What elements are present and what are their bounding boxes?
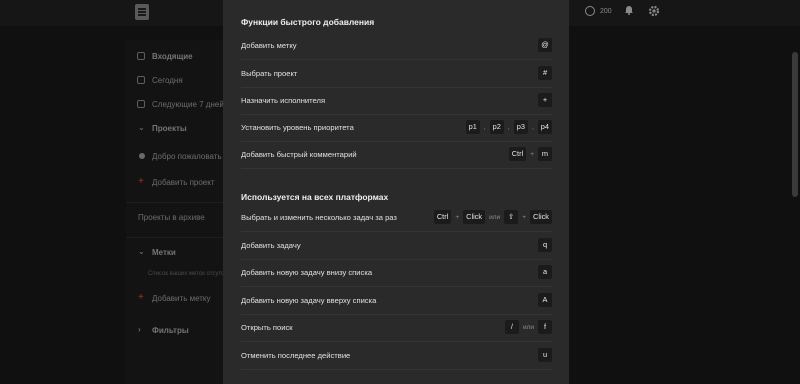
plus-icon: +: [138, 176, 144, 187]
key: p4: [537, 120, 552, 134]
key: A: [538, 293, 552, 307]
shortcut-row: Открыть поиск / или f: [241, 314, 552, 342]
section-title-all-platforms: Используется на всех платформах: [241, 192, 389, 202]
page-scrollbar[interactable]: [792, 52, 798, 197]
key-separator: или: [522, 323, 534, 331]
key-separator: +: [522, 213, 526, 221]
shortcut-label: Выбрать проект: [241, 69, 298, 78]
section-title-quick-add: Функции быстрого добавления: [241, 17, 375, 27]
key-separator: ,: [483, 123, 486, 131]
key: Click: [529, 210, 552, 224]
calendar-week-icon: [137, 100, 145, 108]
key: u: [538, 348, 552, 362]
karma-icon[interactable]: [585, 6, 595, 16]
plus-icon: +: [138, 292, 144, 303]
key: q: [538, 238, 552, 252]
shortcut-label: Добавить быстрый комментарий: [241, 150, 357, 159]
project-dot-icon: [139, 153, 145, 159]
key: p2: [489, 120, 504, 134]
key: +: [538, 93, 552, 107]
gear-icon[interactable]: [648, 5, 660, 17]
key: a: [538, 265, 552, 279]
shortcut-row: Добавить задачу q: [241, 232, 552, 260]
key: /: [504, 320, 519, 334]
key-separator: +: [530, 150, 534, 158]
key: #: [538, 66, 552, 80]
shortcut-label: Добавить задачу: [241, 241, 301, 250]
key: m: [538, 147, 552, 161]
key-separator: или: [489, 213, 501, 221]
chevron-down-icon: ⌄: [138, 247, 145, 256]
bell-icon[interactable]: [624, 5, 634, 15]
key: Ctrl: [433, 210, 452, 224]
shortcut-row: Добавить быстрый комментарий Ctrl + m: [241, 141, 552, 169]
shortcut-keys: A: [538, 293, 552, 307]
shortcut-keys: a: [538, 265, 552, 279]
shortcut-keys: +: [538, 93, 552, 107]
karma-count: 200: [600, 8, 612, 15]
key: p3: [513, 120, 528, 134]
shortcut-keys: / или f: [504, 320, 552, 334]
shortcut-label: Открыть поиск: [241, 323, 293, 332]
shift-key: ⇧: [504, 210, 519, 224]
shortcut-keys: p1 , p2 , p3 , p4: [465, 120, 552, 134]
shortcut-label: Добавить новую задачу внизу списка: [241, 268, 373, 277]
shortcut-label: Назначить исполнителя: [241, 96, 326, 105]
key-separator: ,: [531, 123, 534, 131]
shortcut-keys: q: [538, 238, 552, 252]
shortcut-label: Добавить метку: [241, 41, 297, 50]
shortcut-row: Отменить последнее действие u: [241, 342, 552, 370]
shortcut-keys: Ctrl + m: [508, 147, 552, 161]
key: Ctrl: [508, 147, 527, 161]
shortcut-row: Назначить исполнителя +: [241, 87, 552, 115]
key: @: [538, 38, 552, 52]
shortcut-label: Отменить последнее действие: [241, 351, 351, 360]
shortcut-label: Выбрать и изменить несколько задач за ра…: [241, 213, 397, 222]
keyboard-shortcuts-dialog: Функции быстрого добавления Добавить мет…: [223, 0, 569, 384]
app-logo-icon[interactable]: [135, 4, 149, 20]
key: Click: [463, 210, 486, 224]
shortcut-keys: @: [538, 38, 552, 52]
shortcut-row: Выбрать и изменить несколько задач за ра…: [241, 204, 552, 232]
shortcut-keys: u: [538, 348, 552, 362]
calendar-icon: [137, 76, 145, 84]
key-separator: ,: [507, 123, 510, 131]
key: f: [538, 320, 552, 334]
chevron-down-icon: ⌄: [138, 123, 145, 132]
shortcut-keys: Ctrl + Click или ⇧ + Click: [433, 210, 552, 224]
shortcut-row: Добавить метку @: [241, 32, 552, 60]
shortcut-row: Добавить новую задачу внизу списка a: [241, 259, 552, 287]
inbox-icon: [137, 52, 145, 60]
shortcut-label: Установить уровень приоритета: [241, 123, 354, 132]
chevron-right-icon: ›: [138, 325, 141, 334]
archived-projects-link[interactable]: Проекты в архиве: [138, 213, 205, 222]
shortcut-keys: #: [538, 66, 552, 80]
key: p1: [465, 120, 480, 134]
shortcut-row: Добавить новую задачу вверху списка A: [241, 287, 552, 315]
shortcut-row: Установить уровень приоритета p1 , p2 , …: [241, 114, 552, 142]
key-separator: +: [455, 213, 460, 221]
shortcut-label: Добавить новую задачу вверху списка: [241, 296, 377, 305]
shortcut-row: Выбрать проект #: [241, 60, 552, 88]
